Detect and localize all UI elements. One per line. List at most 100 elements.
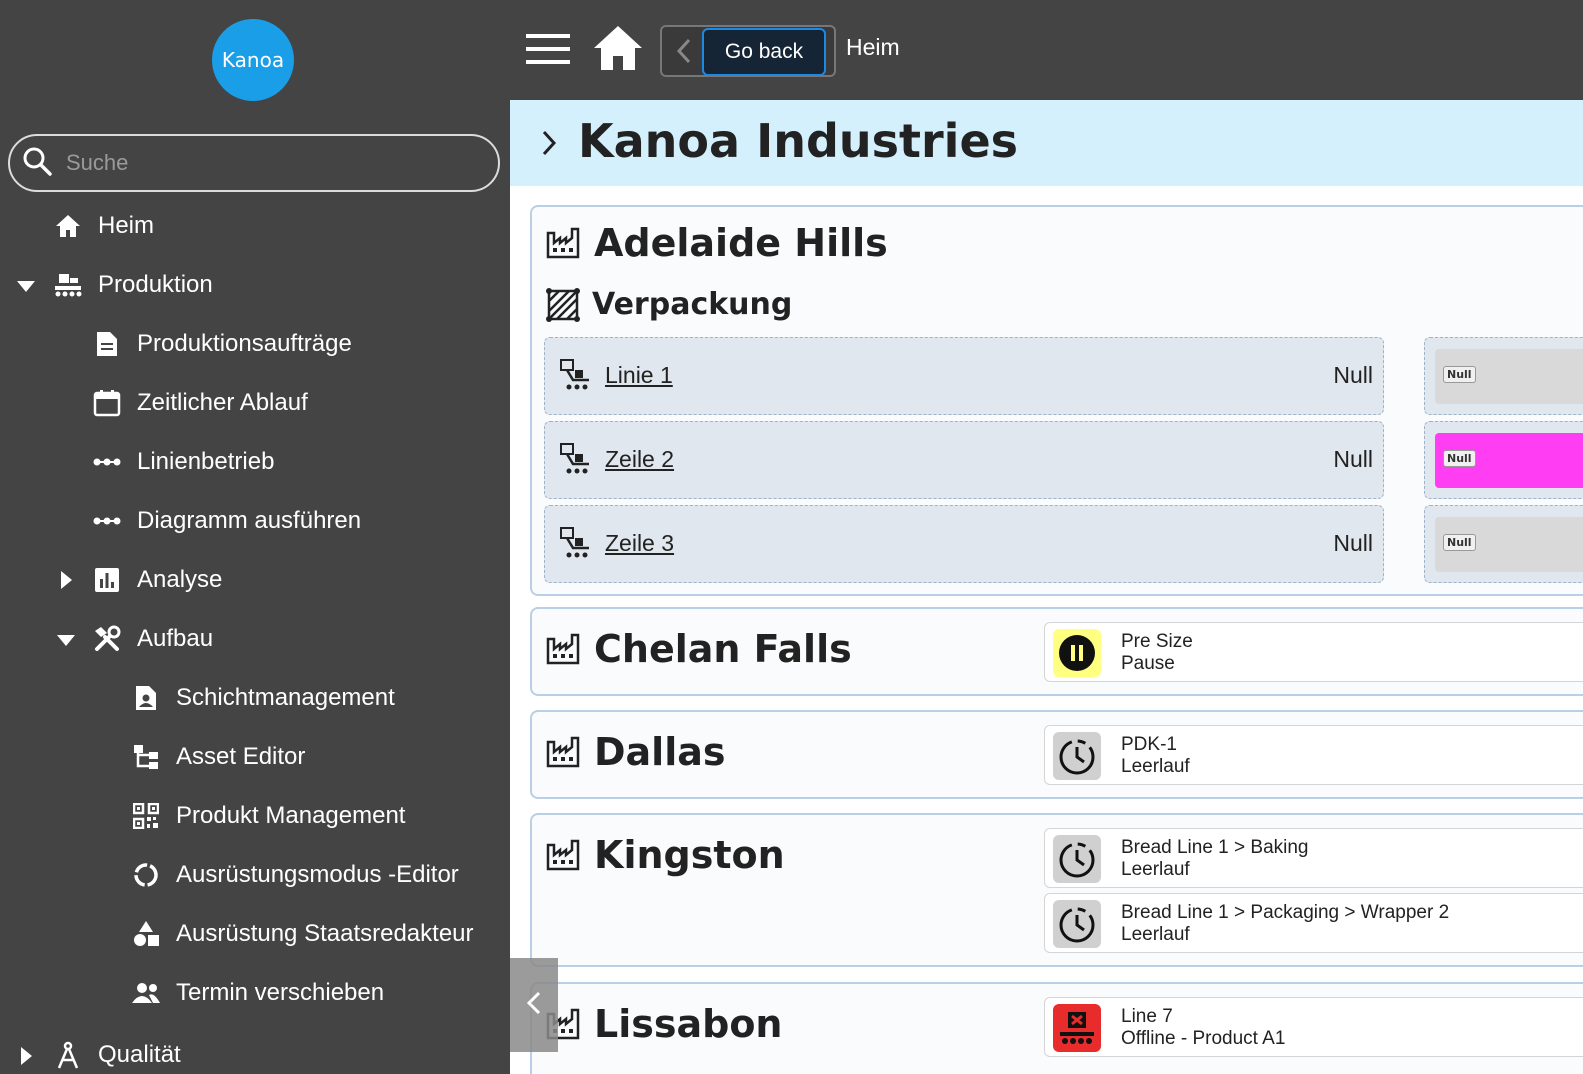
sidebar-item-schichtmanagement[interactable]: Schichtmanagement <box>130 676 395 720</box>
search-box[interactable] <box>8 134 500 192</box>
enterprise-title: Kanoa Industries <box>578 114 1019 168</box>
state-pill: Null <box>1443 534 1476 551</box>
site-card-chelan: Chelan Falls Pre Size Pause <box>530 607 1583 696</box>
chevron-left-icon <box>525 989 543 1021</box>
status-equipment: Line 7 <box>1121 1006 1173 1027</box>
site-title[interactable]: Dallas <box>546 730 726 774</box>
site-name: Chelan Falls <box>594 627 852 671</box>
dots-line-icon <box>91 505 123 537</box>
equipment-status[interactable]: Pre Size Pause <box>1044 622 1583 682</box>
line-name-link[interactable]: Linie 1 <box>605 362 673 389</box>
caret-right-icon[interactable] <box>16 1046 36 1066</box>
home-icon[interactable] <box>592 24 644 72</box>
equipment-status[interactable]: Bread Line 1 > Packaging > Wrapper 2 Lee… <box>1044 893 1583 953</box>
equipment-status[interactable]: PDK-1 Leerlauf <box>1044 725 1583 785</box>
person-file-icon <box>130 682 162 714</box>
status-equipment: Bread Line 1 > Packaging > Wrapper 2 <box>1121 902 1450 923</box>
area-title[interactable]: Verpackung <box>546 287 792 322</box>
sidebar-item-label: Heim <box>98 212 155 239</box>
sidebar-item-produktion[interactable]: Produktion <box>52 263 213 307</box>
bar-chart-icon <box>91 564 123 596</box>
area-name: Verpackung <box>592 287 793 322</box>
sidebar-item-label: Produktionsaufträge <box>137 330 352 357</box>
sidebar-item-zeitlicher-ablauf[interactable]: Zeitlicher Ablauf <box>91 381 308 425</box>
main-content: Kanoa Industries Adelaide Hills Verpacku… <box>510 100 1583 1074</box>
equipment-status[interactable]: Line 7 Offline - Product A1 <box>1044 997 1583 1057</box>
sidebar-item-home[interactable]: Heim <box>52 204 154 248</box>
sidebar-item-linienbetrieb[interactable]: Linienbetrieb <box>91 440 274 484</box>
caret-down-icon[interactable] <box>56 630 76 650</box>
site-card-kingston: Kingston Bread Line 1 > Baking Leerlauf … <box>530 813 1583 967</box>
collapse-sidebar-button[interactable] <box>510 958 558 1052</box>
tools-icon <box>91 623 123 655</box>
sidebar-item-label: Zeitlicher Ablauf <box>137 389 308 416</box>
production-line-icon <box>559 526 593 564</box>
chevron-left-icon <box>676 37 692 69</box>
sidebar-item-diagramm[interactable]: Diagramm ausführen <box>91 499 361 543</box>
back-button[interactable]: Go back <box>660 25 836 77</box>
site-title[interactable]: Chelan Falls <box>546 627 852 671</box>
people-icon <box>130 977 162 1009</box>
kanoa-logo[interactable]: Kanoa <box>212 19 294 101</box>
sidebar-item-produktionsauftraege[interactable]: Produktionsaufträge <box>91 322 352 366</box>
site-name: Lissabon <box>594 1002 783 1046</box>
line-row[interactable]: Zeile 2 Null <box>544 421 1384 499</box>
go-back-tooltip: Go back <box>702 28 826 76</box>
factory-icon <box>546 735 580 769</box>
line-name-link[interactable]: Zeile 2 <box>605 446 674 473</box>
sidebar-item-asset-editor[interactable]: Asset Editor <box>130 735 305 779</box>
line-state-box[interactable]: Null <box>1424 421 1583 499</box>
search-input[interactable] <box>66 150 466 176</box>
site-name: Dallas <box>594 730 726 774</box>
sidebar-item-label: Schichtmanagement <box>176 684 395 711</box>
line-value: Null <box>1333 530 1373 556</box>
breadcrumb[interactable]: Heim <box>846 34 900 61</box>
enterprise-header[interactable]: Kanoa Industries <box>510 100 1583 186</box>
sidebar-item-label: Ausrüstung Staatsredakteur <box>176 920 474 947</box>
document-icon <box>91 328 123 360</box>
sidebar-item-produkt-management[interactable]: Produkt Management <box>130 794 405 838</box>
production-line-icon <box>559 442 593 480</box>
search-icon <box>22 146 52 180</box>
sidebar-item-ausruestungsmodus[interactable]: Ausrüstungsmodus -Editor <box>130 853 459 897</box>
sidebar-item-qualitaet[interactable]: Qualität <box>52 1033 181 1074</box>
line-value: Null <box>1333 446 1373 472</box>
line-row[interactable]: Linie 1 Null <box>544 337 1384 415</box>
clock-icon <box>1053 732 1101 780</box>
line-state-box[interactable]: Null <box>1424 337 1583 415</box>
state-pill: Null <box>1443 450 1476 467</box>
status-equipment: Bread Line 1 > Baking <box>1121 837 1309 858</box>
pause-icon <box>1053 629 1101 677</box>
sidebar-item-analyse[interactable]: Analyse <box>91 558 222 602</box>
qr-code-icon <box>130 800 162 832</box>
status-state: Leerlauf <box>1121 859 1190 880</box>
site-card-dallas: Dallas PDK-1 Leerlauf <box>530 710 1583 799</box>
sidebar-item-label: Analyse <box>137 566 223 593</box>
caret-down-icon[interactable] <box>16 276 36 296</box>
sidebar: Kanoa Heim Produktion Produktionsaufträg… <box>0 0 510 1074</box>
sidebar-item-label: Aufbau <box>137 625 214 652</box>
line-name-link[interactable]: Zeile 3 <box>605 530 674 557</box>
line-state-box[interactable]: Null <box>1424 505 1583 583</box>
site-title[interactable]: Kingston <box>546 833 785 877</box>
production-line-icon <box>559 358 593 396</box>
caret-right-icon[interactable] <box>56 570 76 590</box>
sidebar-item-termin-verschieben[interactable]: Termin verschieben <box>130 971 384 1015</box>
line-row[interactable]: Zeile 3 Null <box>544 505 1384 583</box>
sidebar-item-aufbau[interactable]: Aufbau <box>91 617 213 661</box>
sidebar-item-label: Diagramm ausführen <box>137 507 362 534</box>
top-bar: Go back Heim <box>510 0 1583 100</box>
status-equipment: Pre Size <box>1121 631 1193 652</box>
site-card-adelaide: Adelaide Hills Verpackung Linie 1 Null N… <box>530 205 1583 596</box>
chevron-right-icon[interactable] <box>540 128 558 162</box>
sidebar-item-label: Asset Editor <box>176 743 306 770</box>
site-title[interactable]: Lissabon <box>546 1002 782 1046</box>
equipment-status[interactable]: Bread Line 1 > Baking Leerlauf <box>1044 828 1583 888</box>
go-back-label: Go back <box>724 40 804 63</box>
conveyor-icon <box>52 269 84 301</box>
status-state: Offline - Product A1 <box>1121 1028 1286 1049</box>
site-title[interactable]: Adelaide Hills <box>546 221 888 265</box>
hamburger-menu-icon[interactable] <box>526 32 570 66</box>
site-card-lissabon: Lissabon Line 7 Offline - Product A1 <box>530 982 1583 1074</box>
sidebar-item-staatsredakteur[interactable]: Ausrüstung Staatsredakteur <box>130 912 474 956</box>
